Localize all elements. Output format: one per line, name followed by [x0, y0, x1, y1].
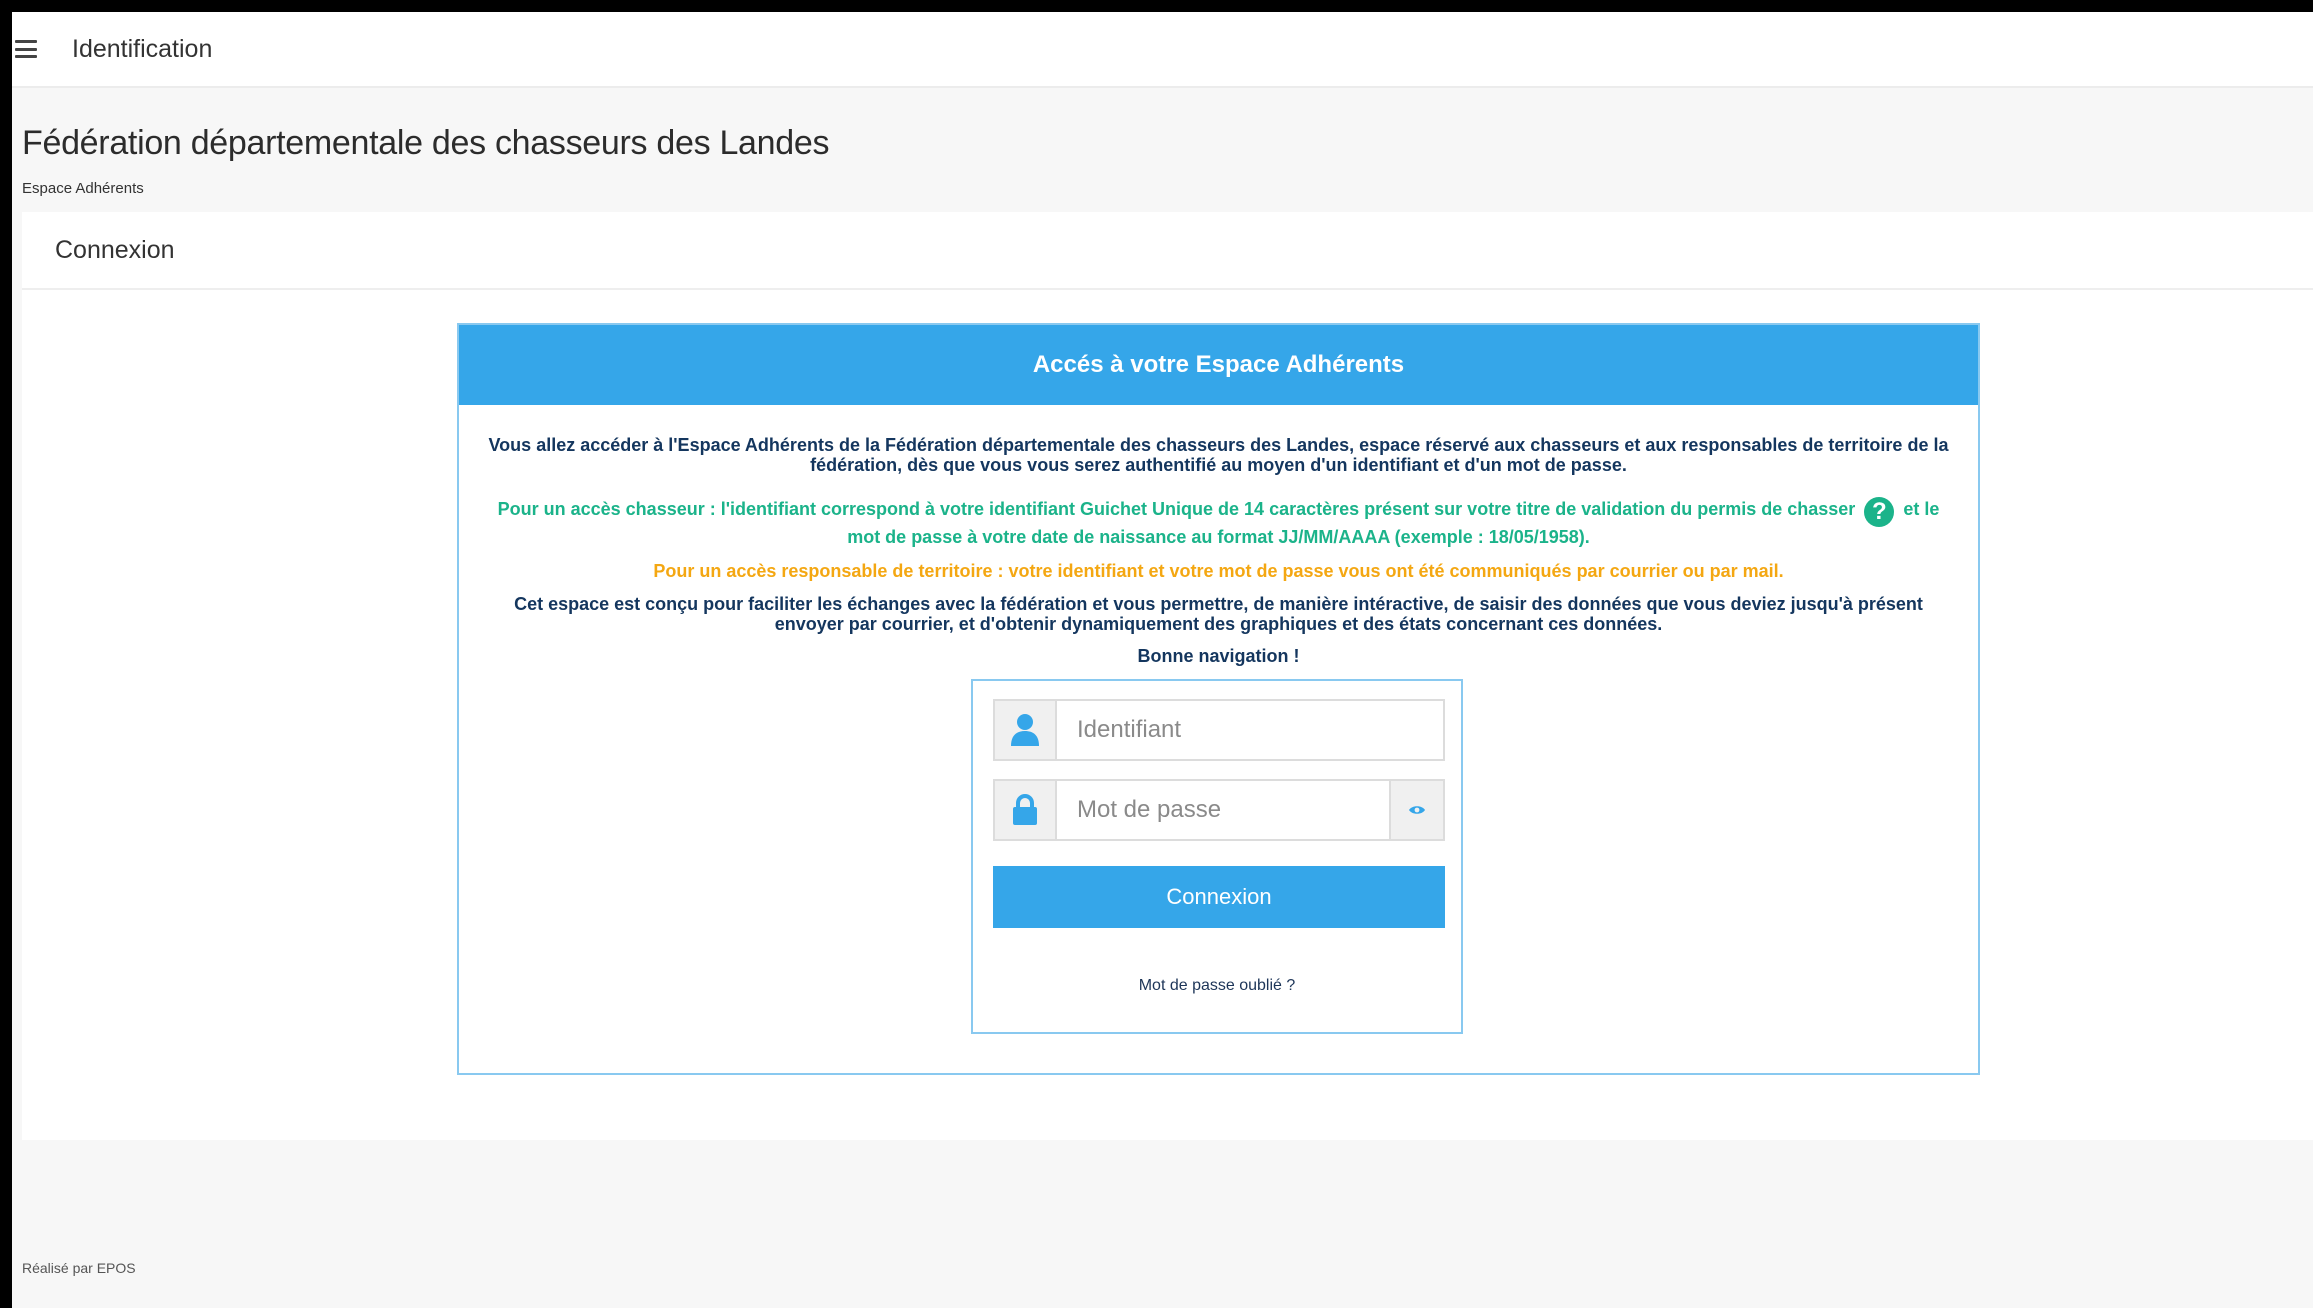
access-card-title: Accés à votre Espace Adhérents — [459, 325, 1978, 405]
intro-paragraph: Vous allez accéder à l'Espace Adhérents … — [488, 435, 1949, 475]
page-subtitle: Espace Adhérents — [22, 180, 144, 197]
username-field — [993, 699, 1445, 761]
lock-icon — [995, 781, 1057, 839]
access-card: Accés à votre Espace Adhérents Vous alle… — [457, 323, 1980, 1075]
topbar-title: Identification — [72, 34, 213, 63]
show-password-eye-icon[interactable] — [1389, 781, 1443, 839]
footer-credit: Réalisé par EPOS — [22, 1260, 136, 1276]
password-input[interactable] — [1057, 781, 1389, 839]
forgot-password-link[interactable]: Mot de passe oublié ? — [973, 977, 1461, 995]
login-panel: Connexion Accés à votre Espace Adhérents… — [22, 212, 2313, 1140]
menu-icon-line — [15, 55, 37, 58]
app-screen: Identification Fédération départementale… — [12, 12, 2313, 1308]
panel-heading: Connexion — [22, 212, 2313, 290]
access-card-body: Vous allez accéder à l'Espace Adhérents … — [459, 405, 1978, 666]
username-input[interactable] — [1057, 701, 1443, 759]
login-form: Connexion Mot de passe oublié ? — [971, 679, 1463, 1034]
top-bar: Identification — [12, 12, 2313, 88]
page-title: Fédération départementale des chasseurs … — [22, 124, 830, 162]
user-icon — [995, 701, 1057, 759]
connexion-button[interactable]: Connexion — [993, 866, 1445, 928]
hamburger-menu-icon[interactable] — [15, 40, 37, 58]
hunter-access-text: Pour un accès chasseur : l'identifiant c… — [497, 499, 1856, 519]
menu-icon-line — [15, 47, 37, 51]
info-paragraph: Cet espace est conçu pour faciliter les … — [514, 594, 1923, 634]
greeting-text: Bonne navigation ! — [1137, 646, 1300, 666]
menu-icon-line — [15, 40, 37, 43]
territory-access-paragraph: Pour un accès responsable de territoire … — [653, 561, 1784, 581]
help-question-icon[interactable]: ? — [1864, 497, 1895, 527]
hunter-access-paragraph: Pour un accès chasseur : l'identifiant c… — [479, 497, 1958, 547]
password-field — [993, 779, 1445, 841]
